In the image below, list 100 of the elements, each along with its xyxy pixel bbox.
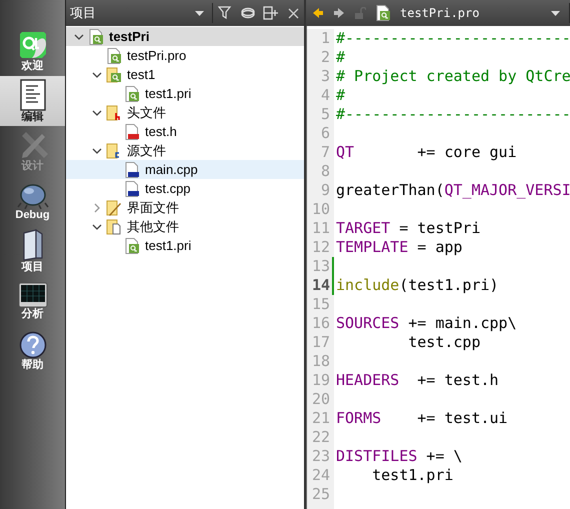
tree-item-label: testPri.pro — [127, 46, 186, 65]
forward-arrow-icon[interactable] — [333, 7, 345, 19]
chevron-down-icon[interactable] — [74, 34, 84, 40]
code-line: TARGET = testPri — [336, 219, 480, 237]
line-number: 14 — [312, 276, 331, 295]
code-line: FORMS += test.ui — [336, 409, 508, 427]
tree-item-label: 其他文件 — [127, 218, 179, 236]
tree-item-label: main.cpp — [145, 160, 198, 179]
document-icon — [18, 79, 46, 111]
qt-file-icon — [375, 5, 391, 21]
code-line: TEMPLATE = app — [336, 238, 462, 256]
tree-item-label: test.h — [145, 122, 177, 141]
mode-button[interactable]: Debug — [0, 176, 65, 226]
line-number: 10 — [312, 200, 331, 219]
code-line: # — [336, 48, 346, 66]
line-number: 1 — [320, 29, 331, 48]
source-file-icon — [124, 162, 140, 178]
line-number: 20 — [312, 390, 331, 409]
tree-item[interactable]: 其他文件 — [66, 217, 304, 236]
mode-button[interactable]: 编辑 — [0, 76, 65, 126]
line-number: 22 — [312, 428, 331, 447]
code-line: test.cpp — [407, 333, 480, 351]
mode-button[interactable]: 分析 — [0, 276, 65, 326]
line-number: 5 — [320, 105, 331, 124]
tree-item[interactable]: test.cpp — [66, 179, 304, 198]
qt-project-icon — [88, 28, 104, 44]
code-line: # — [336, 86, 346, 104]
qt-logo-icon — [18, 30, 48, 60]
line-number: 7 — [320, 143, 331, 162]
tree-item-label: test.cpp — [145, 180, 191, 198]
tree-item[interactable]: testPri.pro — [66, 46, 304, 65]
chevron-right-icon[interactable] — [94, 202, 100, 212]
line-number: 2 — [320, 48, 331, 67]
line-number: 11 — [312, 219, 331, 238]
code-line: SOURCES += main.cpp\ — [336, 314, 517, 332]
line-number: 19 — [312, 371, 331, 390]
line-number: 25 — [312, 485, 331, 504]
header-folder-icon — [106, 104, 122, 120]
header-file-icon — [124, 124, 140, 140]
chevron-down-icon[interactable] — [92, 110, 102, 116]
mode-button[interactable]: 欢迎 — [0, 26, 65, 76]
tree-item-label: test1 — [127, 66, 156, 84]
brush-folder-icon — [106, 200, 122, 216]
chevron-down-icon[interactable] — [92, 72, 102, 78]
tree-item[interactable]: test1 — [66, 65, 304, 84]
qt-file-icon — [106, 48, 122, 64]
tree-item[interactable]: main.cpp — [66, 160, 304, 179]
line-number: 13 — [312, 257, 331, 276]
folder-icon — [20, 229, 44, 261]
line-number: 6 — [320, 124, 331, 143]
tree-item[interactable]: test1.pri — [66, 84, 304, 103]
chevron-down-icon[interactable] — [92, 224, 102, 230]
chevron-down-icon[interactable] — [92, 148, 102, 154]
line-number: 18 — [312, 352, 331, 371]
filter-icon[interactable] — [218, 6, 232, 20]
qt-folder-icon — [106, 66, 122, 82]
dropdown-arrow-icon[interactable] — [195, 10, 204, 16]
tree-item-label: test1.pri — [145, 236, 192, 255]
help-icon — [18, 331, 46, 359]
tree-item-label: testPri — [109, 28, 150, 46]
qt-file-icon — [124, 238, 140, 254]
tree-item-label: 头文件 — [127, 104, 166, 122]
line-number: 17 — [312, 333, 331, 352]
tree-item[interactable]: test.h — [66, 122, 304, 141]
mode-button[interactable]: 项目 — [0, 226, 65, 276]
code-line: include(test1.pri) — [336, 276, 499, 294]
qt-file-icon — [124, 86, 140, 102]
code-line: #------------------------- — [336, 105, 570, 123]
line-number: 12 — [312, 238, 331, 257]
open-file-name[interactable]: testPri.pro — [400, 4, 542, 22]
line-number: 23 — [312, 447, 331, 466]
tree-item[interactable]: 头文件 — [66, 103, 304, 122]
line-number: 16 — [312, 314, 331, 333]
code-line: test1.pri — [371, 466, 454, 484]
split-add-icon[interactable] — [263, 6, 279, 20]
tree-item[interactable]: test1.pri — [66, 236, 304, 255]
source-folder-icon — [106, 142, 122, 158]
line-number: 24 — [312, 466, 331, 485]
code-line: greaterThan(QT_MAJOR_VERSI — [336, 181, 570, 199]
dropdown-arrow-icon[interactable] — [551, 10, 560, 16]
line-number: 4 — [320, 86, 331, 105]
line-number: 3 — [320, 67, 331, 86]
code-line: # Project created by QtCre — [336, 67, 570, 85]
back-arrow-icon[interactable] — [312, 7, 324, 19]
close-icon[interactable] — [288, 8, 299, 18]
code-line: #------------------------- — [336, 29, 570, 47]
documents-folder-icon — [106, 218, 122, 234]
line-number: 9 — [320, 181, 331, 200]
panel-title: 项目 — [70, 4, 97, 22]
mode-button[interactable]: 帮助 — [0, 326, 65, 376]
line-number: 15 — [312, 295, 331, 314]
tree-item[interactable]: testPri — [66, 27, 304, 46]
code-line: DISTFILES += \ — [336, 447, 462, 465]
line-number: 8 — [320, 162, 331, 181]
monitor-icon — [18, 282, 48, 308]
code-line: QT += core gui — [336, 143, 517, 161]
tree-item[interactable]: 源文件 — [66, 141, 304, 160]
tree-item-label: test1.pri — [145, 84, 192, 103]
line-number: 21 — [312, 409, 331, 428]
tree-item[interactable]: 界面文件 — [66, 198, 304, 217]
